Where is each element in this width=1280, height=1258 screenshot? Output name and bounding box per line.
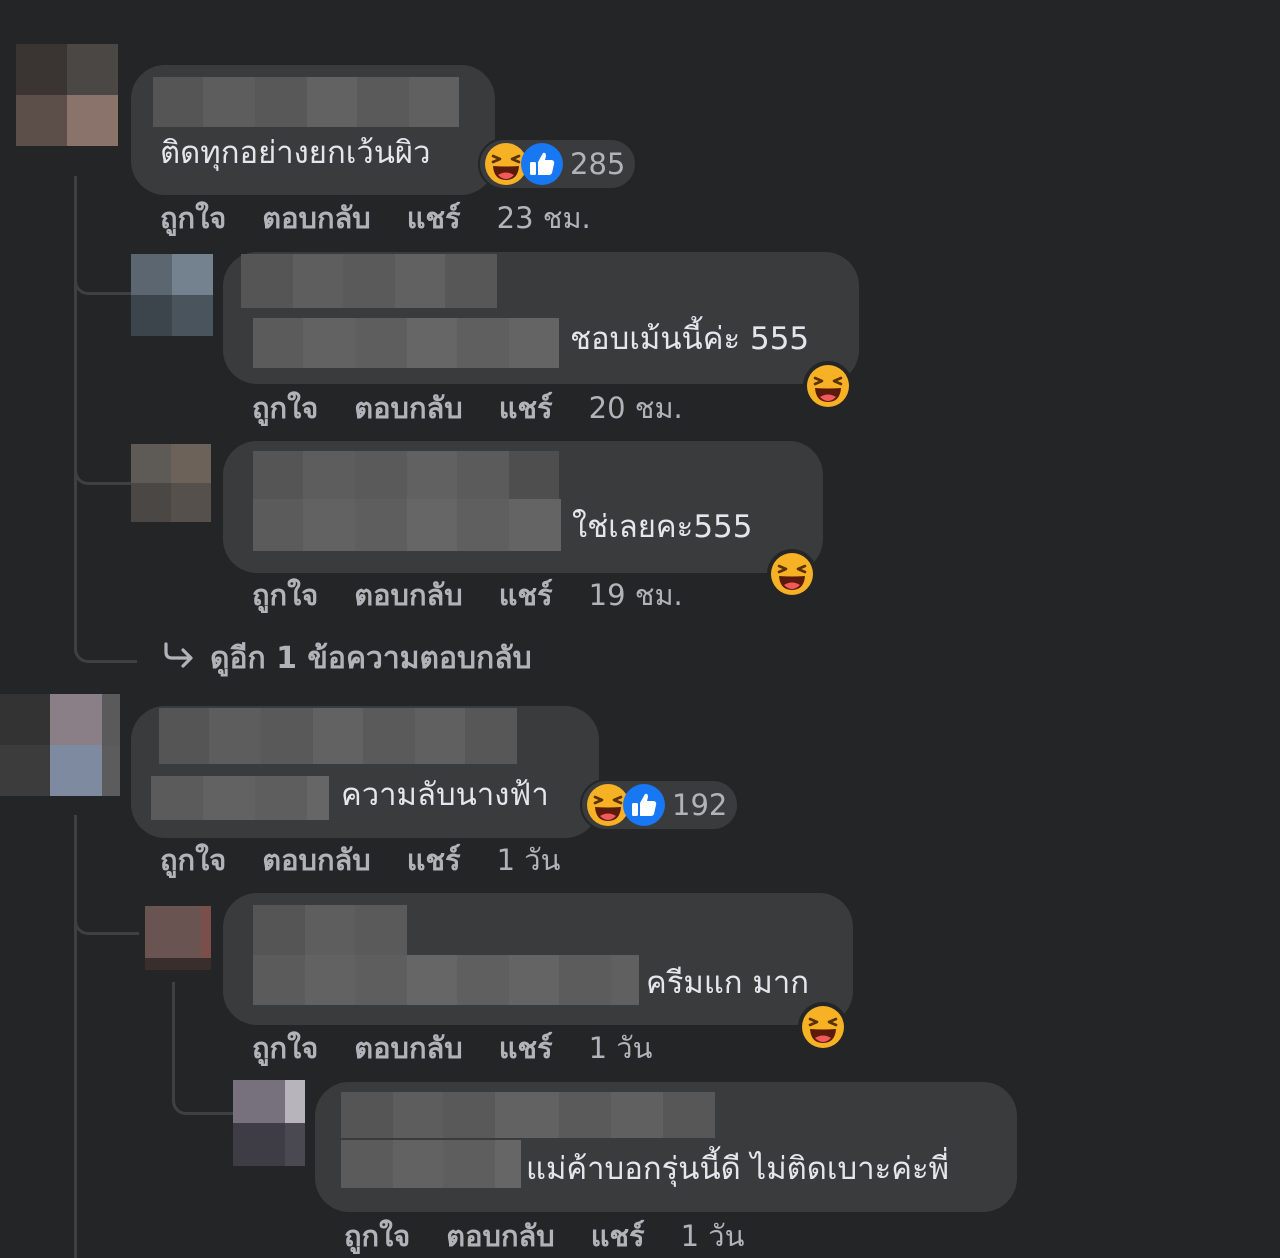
haha-icon <box>806 364 850 408</box>
timestamp[interactable]: 1 วัน <box>589 1031 653 1065</box>
comment-text: ครีมแก มาก <box>646 965 810 1001</box>
reply-button[interactable]: ตอบกลับ <box>354 578 462 612</box>
thread-connector <box>74 250 135 295</box>
thread-line <box>74 815 77 1258</box>
reply-button[interactable]: ตอบกลับ <box>354 391 462 425</box>
avatar[interactable] <box>145 906 211 970</box>
like-icon <box>520 142 564 186</box>
view-more-replies[interactable]: ดูอีก 1 ข้อความตอบกลับ <box>162 640 532 674</box>
like-button[interactable]: ถูกใจ <box>252 578 318 612</box>
reaction-summary[interactable]: 285 <box>478 138 638 190</box>
avatar[interactable] <box>233 1080 305 1166</box>
like-button[interactable]: ถูกใจ <box>252 1031 318 1065</box>
thread-line <box>74 176 77 626</box>
blurred-mention[interactable] <box>253 955 639 1005</box>
share-button[interactable]: แชร์ <box>499 578 553 612</box>
timestamp[interactable]: 20 ชม. <box>589 391 683 425</box>
comment-bubble <box>131 706 599 838</box>
thread-connector <box>74 890 139 935</box>
share-button[interactable]: แชร์ <box>591 1219 645 1253</box>
reaction-summary[interactable] <box>767 549 817 599</box>
comment-bubble <box>223 441 823 573</box>
comment-text: ความลับนางฟ้า <box>341 777 549 813</box>
like-button[interactable]: ถูกใจ <box>160 201 226 235</box>
reaction-count: 285 <box>570 147 626 181</box>
comment-text: ใช่เลยคะ555 <box>572 509 753 545</box>
share-button[interactable]: แชร์ <box>499 1031 553 1065</box>
blurred-username[interactable] <box>341 1092 715 1138</box>
reply-button[interactable]: ตอบกลับ <box>262 843 370 877</box>
view-more-label: ดูอีก 1 ข้อความตอบกลับ <box>210 641 532 676</box>
comment-text: แม่ค้าบอกรุ่นนี้ดี ไม่ติดเบาะค่ะพี่ <box>526 1151 950 1187</box>
avatar[interactable] <box>16 44 118 146</box>
reply-button[interactable]: ตอบกลับ <box>262 201 370 235</box>
reply-button[interactable]: ตอบกลับ <box>354 1031 462 1065</box>
haha-icon <box>770 552 814 596</box>
comment-bubble <box>223 893 853 1025</box>
avatar[interactable] <box>131 254 213 336</box>
comment-actions: ถูกใจ ตอบกลับ แชร์ 20 ชม. <box>252 394 683 423</box>
comment-actions: ถูกใจ ตอบกลับ แชร์ 1 วัน <box>160 846 560 875</box>
share-button[interactable]: แชร์ <box>407 843 461 877</box>
timestamp[interactable]: 19 ชม. <box>589 578 683 612</box>
blurred-username[interactable] <box>241 254 497 308</box>
avatar[interactable] <box>0 694 120 796</box>
blurred-username[interactable] <box>153 77 459 127</box>
blurred-mention[interactable] <box>253 318 559 368</box>
comment-text: ชอบเม้นนี้ค่ะ 555 <box>570 321 810 357</box>
like-button[interactable]: ถูกใจ <box>160 843 226 877</box>
thread-connector <box>74 440 135 485</box>
timestamp[interactable]: 23 ชม. <box>497 201 591 235</box>
thread-connector <box>74 620 137 663</box>
comment-actions: ถูกใจ ตอบกลับ แชร์ 1 วัน <box>252 1034 652 1063</box>
blurred-mention[interactable] <box>341 1140 521 1188</box>
haha-icon <box>801 1005 845 1049</box>
blurred-username[interactable] <box>253 451 559 499</box>
comment-actions: ถูกใจ ตอบกลับ แชร์ 19 ชม. <box>252 581 683 610</box>
comment-bubble <box>223 252 859 384</box>
like-button[interactable]: ถูกใจ <box>344 1219 410 1253</box>
share-button[interactable]: แชร์ <box>499 391 553 425</box>
blurred-username[interactable] <box>253 905 407 955</box>
comment-bubble <box>315 1082 1017 1212</box>
blurred-mention[interactable] <box>151 776 329 820</box>
timestamp[interactable]: 1 วัน <box>497 843 561 877</box>
timestamp[interactable]: 1 วัน <box>681 1219 745 1253</box>
reply-arrow-icon <box>162 640 196 674</box>
avatar[interactable] <box>131 444 211 522</box>
reply-button[interactable]: ตอบกลับ <box>446 1219 554 1253</box>
reaction-count: 192 <box>672 788 728 822</box>
blurred-username[interactable] <box>159 708 517 764</box>
comment-actions: ถูกใจ ตอบกลับ แชร์ 1 วัน <box>344 1222 744 1251</box>
reaction-summary[interactable] <box>798 1002 848 1052</box>
like-icon <box>622 783 666 827</box>
reaction-summary[interactable] <box>803 361 853 411</box>
reaction-summary[interactable]: 192 <box>580 779 740 831</box>
comment-text: ติดทุกอย่างยกเว้นผิว <box>160 135 431 171</box>
comment-bubble <box>131 65 495 195</box>
share-button[interactable]: แชร์ <box>407 201 461 235</box>
comment-actions: ถูกใจ ตอบกลับ แชร์ 23 ชม. <box>160 204 591 233</box>
like-button[interactable]: ถูกใจ <box>252 391 318 425</box>
blurred-mention[interactable] <box>253 499 561 551</box>
